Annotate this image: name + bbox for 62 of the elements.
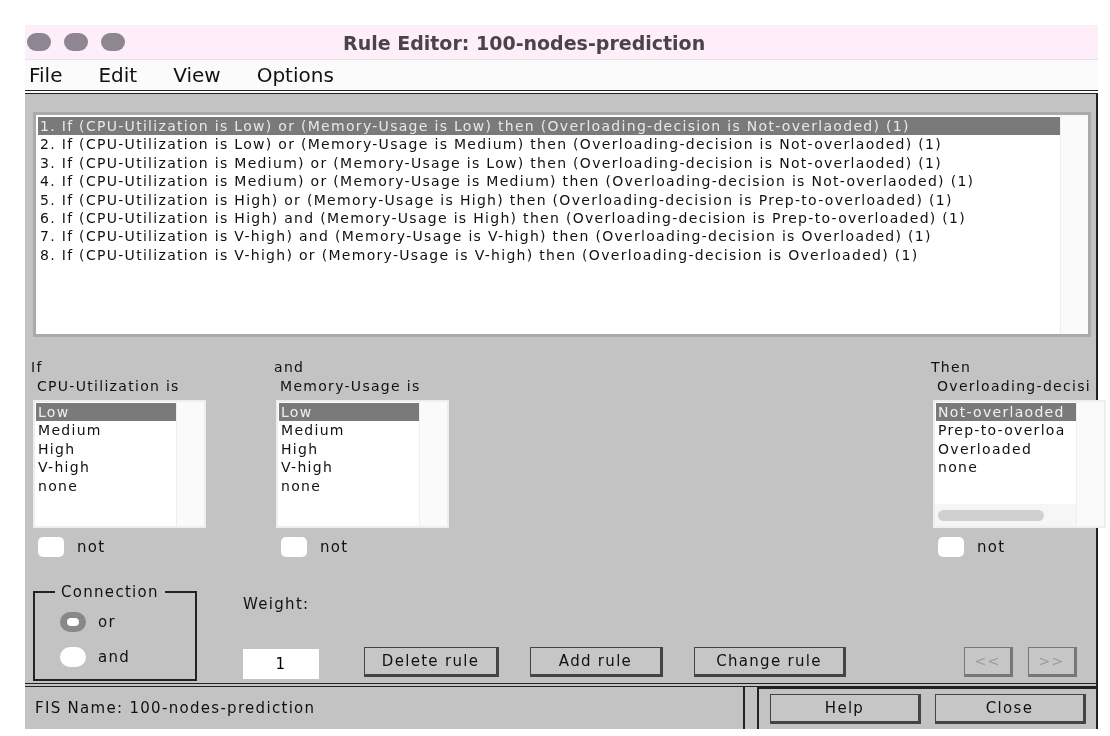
list-option[interactable]: Medium bbox=[279, 421, 419, 440]
zoom-window-icon[interactable] bbox=[101, 33, 125, 51]
not-checkbox[interactable] bbox=[938, 537, 964, 558]
list-option[interactable]: V-high bbox=[36, 458, 176, 477]
radio-button[interactable] bbox=[60, 612, 86, 633]
list-option[interactable]: Medium bbox=[36, 421, 176, 440]
radio-button[interactable] bbox=[60, 646, 86, 667]
listbox[interactable]: Low Medium High V-high none bbox=[276, 400, 449, 528]
variable-label: CPU-Utilization is bbox=[36, 377, 181, 396]
window-title: Rule Editor: 100-nodes-prediction bbox=[343, 31, 706, 56]
rule-item[interactable]: 6. If (CPU-Utilization is High) and (Memory-Usage is High) then (Overloading-decision is Prep-to-overloaded) (1) bbox=[38, 209, 1060, 228]
section-heading: If bbox=[31, 359, 44, 376]
checkbox-label: not bbox=[77, 537, 106, 558]
list-option[interactable]: V-high bbox=[279, 458, 419, 477]
rule-button[interactable]: Change rule bbox=[694, 647, 846, 677]
footer-button[interactable]: Close bbox=[935, 694, 1086, 724]
list-option[interactable]: Not-overlaoded bbox=[936, 403, 1076, 422]
close-window-icon[interactable] bbox=[27, 33, 51, 51]
scrollbar-thumb[interactable] bbox=[938, 509, 1044, 521]
rule-item[interactable]: 4. If (CPU-Utilization is Medium) or (Memory-Usage is Medium) then (Overloading-decision is Not-overlaoded) (1) bbox=[38, 172, 1060, 191]
radio-label: or bbox=[98, 612, 116, 633]
list-option[interactable]: none bbox=[36, 476, 176, 496]
list-option[interactable]: Low bbox=[279, 403, 419, 422]
section-heading: Then bbox=[931, 359, 973, 376]
scrollbar-track[interactable] bbox=[1076, 402, 1104, 526]
menu-item[interactable]: Edit bbox=[98, 60, 138, 90]
list-option[interactable]: none bbox=[279, 476, 419, 496]
rule-button[interactable]: Add rule bbox=[530, 647, 663, 677]
checkbox-label: not bbox=[320, 537, 349, 558]
not-checkbox[interactable] bbox=[38, 537, 64, 558]
scrollbar-track[interactable] bbox=[1060, 115, 1088, 334]
list-option[interactable]: none bbox=[936, 458, 1076, 477]
rule-button[interactable]: Delete rule bbox=[364, 647, 499, 677]
section-heading: and bbox=[274, 359, 306, 376]
variable-label: Memory-Usage is bbox=[279, 377, 422, 396]
rule-item[interactable]: 5. If (CPU-Utilization is High) or (Memory-Usage is High) then (Overloading-decision is Prep-to-overloaded) (1) bbox=[38, 190, 1060, 210]
scrollbar-track[interactable] bbox=[419, 402, 447, 526]
rule-item[interactable]: 8. If (CPU-Utilization is V-high) or (Memory-Usage is V-high) then (Overloading-decision is Overloaded) (1) bbox=[38, 245, 1060, 265]
list-option[interactable]: Low bbox=[36, 403, 176, 422]
not-checkbox[interactable] bbox=[281, 537, 307, 558]
footer-button[interactable]: Help bbox=[770, 694, 921, 724]
checkbox-label: not bbox=[977, 537, 1006, 558]
menu-item[interactable]: Options bbox=[256, 60, 334, 90]
list-option[interactable]: High bbox=[36, 439, 176, 459]
radio-label: and bbox=[98, 646, 131, 668]
variable-label: Overloading-decisi bbox=[936, 377, 1092, 396]
rule-item[interactable]: 3. If (CPU-Utilization is Medium) or (Memory-Usage is Low) then (Overloading-decision is Not-overlaoded) (1) bbox=[38, 153, 1060, 173]
listbox[interactable]: Not-overlaoded Prep-to-overloa Overloaded none bbox=[933, 400, 1106, 528]
weight-label: Weight: bbox=[243, 594, 311, 615]
rule-item[interactable]: 7. If (CPU-Utilization is V-high) and (Memory-Usage is V-high) then (Overloading-decision is Overloaded) (1) bbox=[38, 227, 1060, 246]
list-option[interactable]: High bbox=[279, 439, 419, 459]
list-option[interactable]: Prep-to-overloa bbox=[936, 421, 1076, 440]
weight-field[interactable]: 1 bbox=[243, 648, 319, 679]
menu-item[interactable]: File bbox=[29, 60, 63, 90]
listbox[interactable]: Low Medium High V-high none bbox=[33, 400, 206, 528]
minimize-window-icon[interactable] bbox=[64, 33, 88, 51]
list-option[interactable]: Overloaded bbox=[936, 439, 1076, 459]
rule-item[interactable]: 1. If (CPU-Utilization is Low) or (Memory-Usage is Low) then (Overloading-decision is Not-overlaoded) (1) bbox=[38, 117, 1060, 136]
menu-item[interactable]: View bbox=[173, 60, 221, 90]
rule-item[interactable]: 2. If (CPU-Utilization is Low) or (Memory-Usage is Medium) then (Overloading-decision is Not-overlaoded) (1) bbox=[38, 135, 1060, 154]
status-text: FIS Name: 100-nodes-prediction bbox=[25, 687, 745, 729]
scrollbar-track[interactable] bbox=[176, 402, 204, 526]
